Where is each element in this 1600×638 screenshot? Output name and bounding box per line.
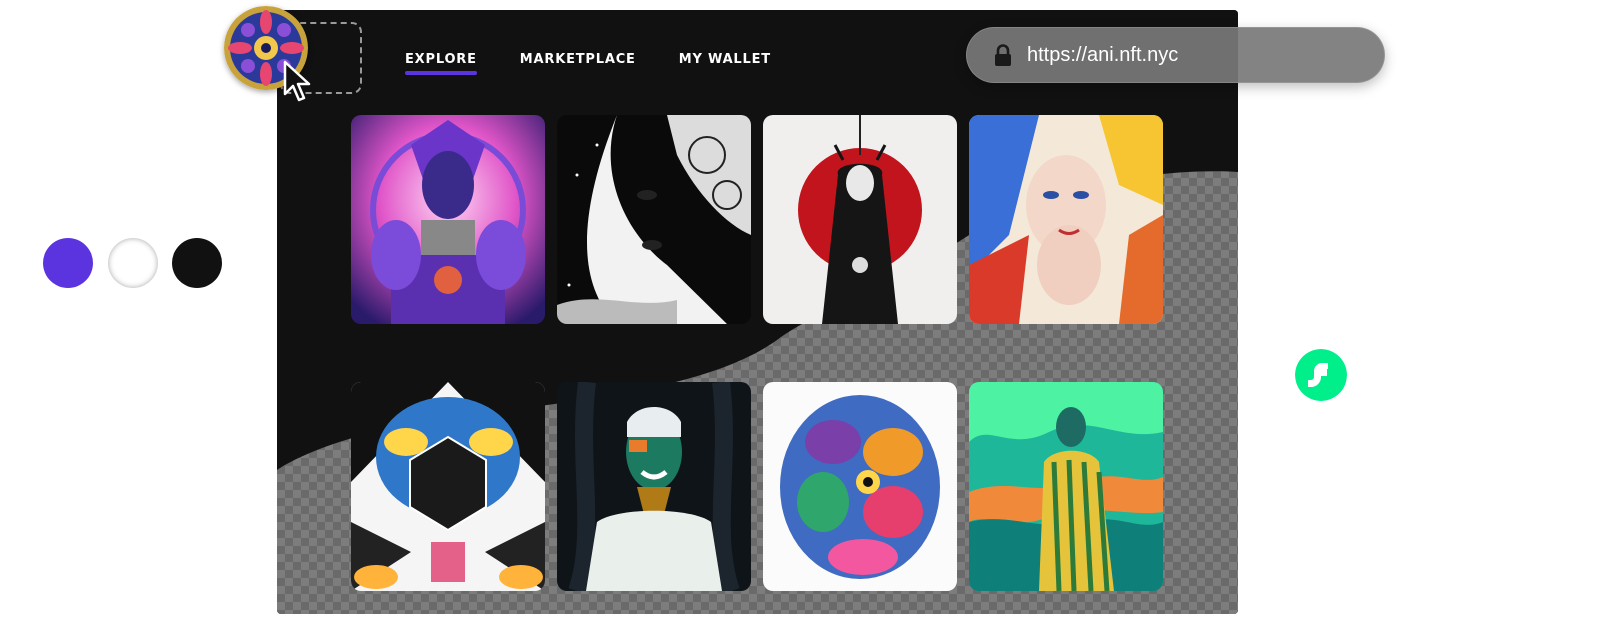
nft-card-painted-face-portrait[interactable] <box>557 382 751 591</box>
nft-card-geometric-eyes-pattern[interactable] <box>351 382 545 591</box>
nav-marketplace[interactable]: MARKETPLACE <box>520 52 636 75</box>
app-window: EXPLORE MARKETPLACE MY WALLET <box>277 10 1238 614</box>
main-nav: EXPLORE MARKETPLACE MY WALLET <box>405 52 771 75</box>
nft-artwork <box>351 115 545 324</box>
nft-card-pop-art-faces[interactable] <box>763 382 957 591</box>
nft-card-green-striped-figure[interactable] <box>969 382 1163 591</box>
mouse-cursor-icon <box>283 60 311 102</box>
nft-card-line-art-face-flowers[interactable] <box>557 115 751 324</box>
browser-url-bar[interactable]: https://ani.nft.nyc <box>966 27 1385 83</box>
nft-card-colorful-faces-collage[interactable] <box>969 115 1163 324</box>
nft-card-cosmic-purple-goddess[interactable] <box>351 115 545 324</box>
nft-card-red-sun-figure[interactable] <box>763 115 957 324</box>
nav-my-wallet[interactable]: MY WALLET <box>679 52 771 75</box>
lock-icon <box>995 44 1011 66</box>
nft-artwork <box>557 382 751 591</box>
nft-artwork <box>763 115 957 324</box>
nav-explore[interactable]: EXPLORE <box>405 52 477 75</box>
nft-artwork <box>351 382 545 591</box>
swatch-white[interactable] <box>108 238 158 288</box>
nft-artwork <box>969 115 1163 324</box>
nft-artwork <box>763 382 957 591</box>
nft-artwork <box>969 382 1163 591</box>
flow-logo-icon <box>1295 349 1347 401</box>
swatch-purple[interactable] <box>43 238 93 288</box>
nft-artwork <box>557 115 751 324</box>
swatch-black[interactable] <box>172 238 222 288</box>
url-text: https://ani.nft.nyc <box>1027 44 1179 66</box>
